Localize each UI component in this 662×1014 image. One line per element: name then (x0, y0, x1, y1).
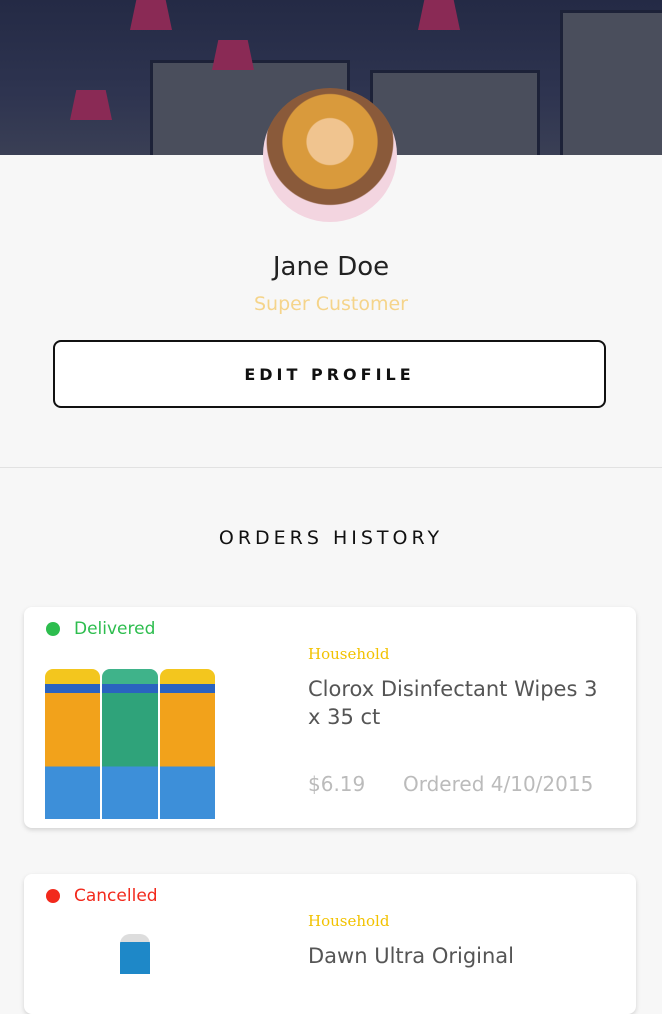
product-title[interactable]: Dawn Ultra Original (308, 942, 608, 970)
divider (0, 467, 662, 468)
profile-subtitle: Super Customer (254, 293, 408, 315)
product-category: Household (308, 645, 390, 663)
order-card[interactable]: Delivered Household Clorox Disinfectant … (24, 607, 636, 828)
edit-profile-button[interactable]: EDIT PROFILE (53, 340, 606, 408)
order-status: Delivered (46, 619, 155, 639)
orders-history-heading: ORDERS HISTORY (218, 527, 444, 549)
status-dot-icon (46, 889, 60, 903)
product-image (120, 934, 150, 974)
product-category: Household (308, 912, 390, 930)
profile-name: Jane Doe (272, 252, 390, 282)
product-title[interactable]: Clorox Disinfectant Wipes 3 x 35 ct (308, 675, 608, 731)
status-dot-icon (46, 622, 60, 636)
order-card[interactable]: Cancelled Household Dawn Ultra Original (24, 874, 636, 1014)
status-label: Delivered (74, 619, 156, 639)
product-price: $6.19 (308, 772, 366, 796)
avatar[interactable] (263, 88, 397, 222)
product-image (45, 659, 215, 819)
order-status: Cancelled (46, 886, 158, 906)
order-date: Ordered 4/10/2015 (403, 772, 594, 796)
status-label: Cancelled (74, 886, 158, 906)
